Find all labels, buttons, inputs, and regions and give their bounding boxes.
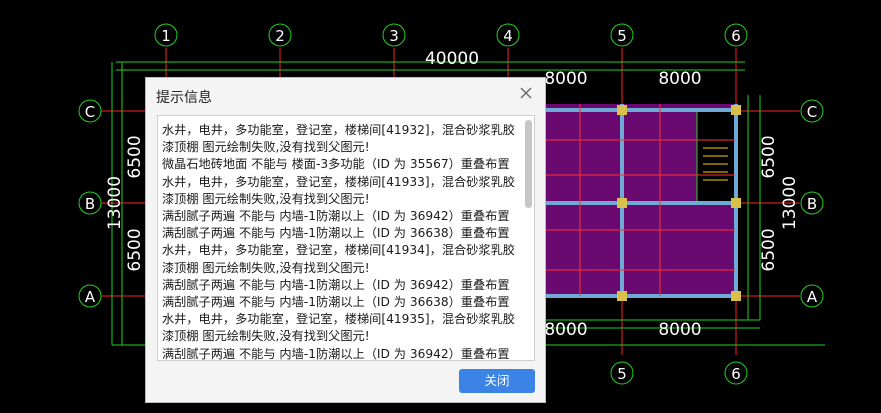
message-line: 水井，电井，多功能室，登记室，楼梯间[41935]，混合砂浆乳胶 (162, 312, 515, 327)
floor-plan (540, 104, 741, 301)
axis-label-left-c: C (85, 103, 95, 121)
message-lines: 水井，电井，多功能室，登记室，楼梯间[41932]，混合砂浆乳胶 漆顶棚 图元绘制… (162, 122, 518, 361)
axis-label-bottom-6: 6 (731, 365, 741, 383)
message-line: 满刮腻子两遍 不能与 内墙-1防潮以上（ID 为 36942）重叠布置 (162, 277, 510, 292)
message-line: 满刮腻子两遍 不能与 内墙-1防潮以上（ID 为 36942）重叠布置 (162, 346, 510, 361)
dim-right-seg-2: 6500 (759, 228, 779, 271)
scrollbar-thumb[interactable] (525, 120, 532, 208)
message-line: 微晶石地砖地面 不能与 楼面-3多功能（ID 为 35567）重叠布置 (162, 157, 510, 172)
close-icon[interactable] (519, 86, 533, 100)
vertical-scrollbar[interactable] (525, 120, 532, 356)
dim-right-total: 13000 (780, 176, 800, 230)
dim-total-text: 40000 (425, 49, 479, 69)
dialog-title: 提示信息 (156, 90, 212, 106)
axis-label-bottom-5: 5 (617, 365, 627, 383)
message-line: 漆顶棚 图元绘制失败,没有找到父图元! (162, 140, 370, 155)
message-line: 满刮腻子两遍 不能与 内墙-1防潮以上（ID 为 36638）重叠布置 (162, 295, 510, 310)
axis-label-right-c: C (807, 103, 817, 121)
dim-left-total: 13000 (105, 176, 125, 230)
dim-left-seg-1: 6500 (125, 135, 145, 178)
axis-label-right-b: B (807, 195, 817, 213)
dim-bottom-seg-1: 8000 (544, 320, 587, 340)
message-line: 水井，电井，多功能室，登记室，楼梯间[41932]，混合砂浆乳胶 (162, 123, 515, 137)
message-dialog: 提示信息 水井，电井，多功能室，登记室，楼梯间[41932]，混合砂浆乳胶 漆顶棚… (145, 77, 546, 403)
message-line: 满刮腻子两遍 不能与 内墙-1防潮以上（ID 为 36942）重叠布置 (162, 209, 510, 224)
message-textarea[interactable]: 水井，电井，多功能室，登记室，楼梯间[41932]，混合砂浆乳胶 漆顶棚 图元绘制… (157, 115, 535, 361)
axis-label-top-3: 3 (389, 27, 399, 45)
axis-label-left-a: A (85, 288, 96, 306)
dim-left-seg-2: 6500 (125, 228, 145, 271)
message-line: 漆顶棚 图元绘制失败,没有找到父图元! (162, 260, 370, 275)
axis-label-left-b: B (85, 195, 95, 213)
close-button[interactable]: 关闭 (459, 369, 535, 393)
dim-top-seg-1: 8000 (544, 69, 587, 89)
axis-label-top-5: 5 (617, 27, 627, 45)
message-line: 水井，电井，多功能室，登记室，楼梯间[41933]，混合砂浆乳胶 (162, 174, 515, 189)
dim-right-seg-1: 6500 (759, 135, 779, 178)
message-line: 漆顶棚 图元绘制失败,没有找到父图元! (162, 191, 370, 206)
message-line: 漆顶棚 图元绘制失败,没有找到父图元! (162, 329, 370, 344)
dim-bottom-seg-2: 8000 (658, 320, 701, 340)
message-line: 水井，电井，多功能室，登记室，楼梯间[41934]，混合砂浆乳胶 (162, 243, 515, 258)
axis-label-top-2: 2 (275, 27, 285, 45)
axis-label-right-a: A (807, 288, 818, 306)
dim-top-seg-2: 8000 (658, 69, 701, 89)
axis-label-top-4: 4 (503, 27, 513, 45)
axis-label-top-6: 6 (731, 27, 741, 45)
axis-label-top-1: 1 (161, 27, 171, 45)
message-line: 满刮腻子两遍 不能与 内墙-1防潮以上（ID 为 36638）重叠布置 (162, 226, 510, 241)
